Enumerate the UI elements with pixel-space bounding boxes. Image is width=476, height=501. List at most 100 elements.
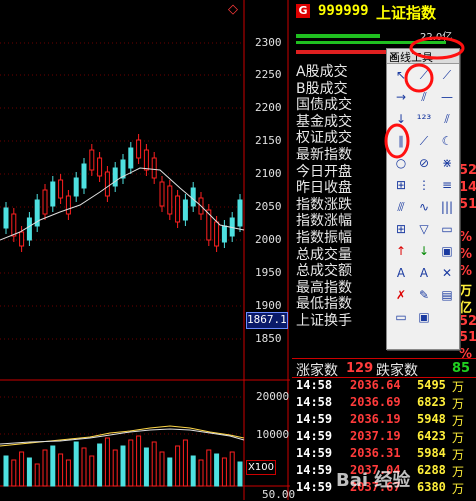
tool-channel-icon[interactable]: ⫽ (438, 111, 456, 127)
diamond-icon[interactable]: ◇ (228, 2, 238, 17)
price-axis-label: 1850 (255, 332, 282, 345)
tool-arc-icon[interactable]: ☾ (438, 133, 456, 149)
candle-body (112, 167, 118, 187)
tool-fan-icon[interactable]: ⟋ (415, 133, 433, 149)
tool-ray-icon[interactable]: ⟋ (438, 67, 456, 83)
tool-arrow-icon[interactable]: → (392, 89, 410, 105)
trade-volume: 5984 (417, 446, 446, 460)
tool-down-arrow-icon[interactable]: ↓ (415, 243, 433, 259)
toolbox-titlebar[interactable]: 画线工具 × (387, 49, 459, 64)
trade-unit: 万 (452, 482, 465, 496)
tool-cursor-icon[interactable]: ↖ (392, 67, 410, 83)
trade-volume: 5948 (417, 412, 446, 426)
tool-save-icon[interactable]: ▭ (392, 309, 410, 325)
tool-ellipse-icon[interactable]: ⊘ (415, 155, 433, 171)
volume-bar (120, 445, 126, 487)
tool-gann-box-icon[interactable]: ⊞ (392, 177, 410, 193)
tool-wave-icon[interactable]: ∿ (415, 199, 433, 215)
tool-speed-icon[interactable]: ⫻ (392, 199, 410, 215)
trade-time: 14:59 (296, 446, 333, 460)
candle-body (97, 157, 103, 177)
stat-label: B股成交 (296, 80, 348, 97)
candle-body (26, 217, 32, 241)
stat-label: 指数涨跌 (296, 196, 352, 213)
volume-bar (221, 457, 227, 487)
volume-axis-label: 10000 (256, 428, 290, 441)
stat-value-edge: 51 (459, 197, 476, 212)
tool-grid-icon[interactable]: ⊞ (392, 221, 410, 237)
tool-regression-icon[interactable]: ∥ (392, 133, 410, 149)
tool-bars-icon[interactable]: ||| (438, 199, 456, 215)
volume-axis-label: 20000 (256, 390, 290, 403)
candle-body (73, 177, 79, 197)
stat-label: 指数振幅 (296, 229, 352, 246)
volume-bar (50, 445, 56, 487)
tool-period-icon[interactable]: ⋮ (415, 177, 433, 193)
tool-line-icon[interactable]: ⟋ (415, 67, 433, 83)
close-icon[interactable]: × (389, 49, 457, 62)
volume-bar (206, 449, 212, 487)
candle-body (42, 189, 48, 215)
trade-volume: 6823 (417, 395, 446, 409)
stock-name: 上证指数 (376, 4, 437, 22)
tool-horizontal-icon[interactable]: — (438, 89, 456, 105)
trade-price: 2037.19 (350, 429, 401, 443)
volume-bar (229, 451, 235, 487)
stat-value-edge: 52 (459, 314, 476, 329)
tool-text-edit-icon[interactable]: A (415, 265, 433, 281)
stat-label: 基金成交 (296, 113, 352, 130)
candle-body (214, 221, 220, 247)
candle-body (190, 187, 196, 207)
tool-fib-123-icon[interactable]: ¹²³ (415, 111, 433, 127)
tool-parallel-icon[interactable]: ⫽ (415, 89, 433, 105)
stock-badge: G (296, 4, 310, 18)
tool-up-marker-icon[interactable]: ▣ (438, 243, 456, 259)
stat-value-edge: 14 (459, 180, 476, 195)
rise-count-value: 129 (346, 361, 374, 376)
tool-vertical-icon[interactable]: ↓ (392, 111, 410, 127)
trade-price: 2036.19 (350, 412, 401, 426)
trade-unit: 万 (452, 431, 465, 445)
tool-price-line-icon[interactable]: ≡ (438, 177, 456, 193)
tool-text-icon[interactable]: A (392, 265, 410, 281)
tool-up-arrow-icon[interactable]: ↑ (392, 243, 410, 259)
trade-time: 14:59 (296, 480, 333, 494)
tool-gann-fan-icon[interactable]: ⋇ (438, 155, 456, 171)
stat-label: 指数涨幅 (296, 213, 352, 230)
volume-bar (237, 461, 243, 487)
volume-bar (73, 441, 79, 487)
tool-delete-icon[interactable]: ✗ (392, 287, 410, 303)
stat-value-edge: % (459, 230, 473, 245)
drawing-toolbox[interactable]: 画线工具 × ↖ ⟋ ⟋ → ⫽ — ↓ ¹²³ ⫽ ∥ ⟋ ☾ ○ ⊘ ⋇ ⊞ ⋮ ≡ ⫻ ∿ ||| ⊞ ▽ ▭ ↑ ↓ ▣ A A… (386, 48, 460, 350)
tool-triangle-icon[interactable]: ▽ (415, 221, 433, 237)
candle-body (136, 139, 142, 159)
tool-rect-icon[interactable]: ▭ (438, 221, 456, 237)
trade-unit: 万 (452, 397, 465, 411)
trade-time: 14:58 (296, 378, 333, 392)
trade-unit: 万 (452, 414, 465, 428)
watermark: Bai 经验 (336, 470, 411, 491)
price-axis-label: 1950 (255, 266, 282, 279)
candle-body (65, 195, 71, 215)
volume-bar (214, 453, 220, 487)
volume-bar (42, 449, 48, 487)
candle-body (19, 231, 25, 247)
trade-row: 14:59 2036.31 5984 万 (292, 446, 476, 464)
tool-eraser-icon[interactable]: ✎ (415, 287, 433, 303)
tool-erase-icon[interactable]: ✕ (438, 265, 456, 281)
price-axis-label: 2250 (255, 68, 282, 81)
trade-volume: 6423 (417, 429, 446, 443)
kline-chart[interactable] (0, 0, 290, 500)
tool-window-icon[interactable]: ▣ (415, 309, 433, 325)
candle-body (159, 181, 165, 207)
candle-body (58, 179, 64, 199)
trade-row: 14:58 2036.64 5495 万 (292, 378, 476, 396)
tool-circle-icon[interactable]: ○ (392, 155, 410, 171)
volume-bar (159, 451, 165, 487)
volume-bar (198, 459, 204, 487)
trade-row: 14:58 2036.69 6823 万 (292, 395, 476, 413)
tool-notes-icon[interactable]: ▤ (438, 287, 456, 303)
volume-bar (58, 453, 64, 487)
price-axis-label: 2200 (255, 101, 282, 114)
candle-body (89, 149, 95, 171)
